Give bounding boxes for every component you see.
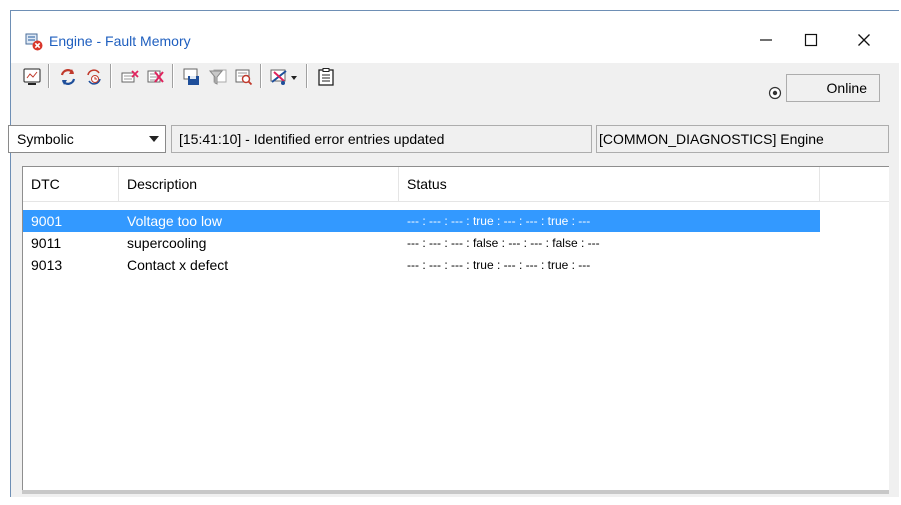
mode-select-value: Symbolic: [17, 131, 74, 147]
status-message: [15:41:10] - Identified error entries up…: [171, 125, 592, 153]
online-status-button[interactable]: Online: [786, 74, 880, 102]
table-row[interactable]: 9013 Contact x defect --- : --- : --- : …: [23, 254, 820, 276]
tools-dropdown-icon[interactable]: [268, 66, 302, 88]
list-bottom-border: [22, 490, 889, 494]
close-button[interactable]: [841, 23, 887, 57]
toolbar-separator: [110, 64, 112, 88]
window-title: Engine - Fault Memory: [49, 33, 191, 49]
ecu-label: [COMMON_DIAGNOSTICS] Engine: [596, 125, 889, 153]
maximize-button[interactable]: [788, 23, 834, 57]
clear-entry-icon[interactable]: [118, 66, 142, 88]
delete-entries-icon[interactable]: [144, 66, 168, 88]
table-row[interactable]: 9001 Voltage too low --- : --- : --- : t…: [23, 210, 820, 232]
toolbar-separator: [306, 64, 308, 88]
column-header-status[interactable]: Status: [399, 167, 820, 201]
cell-description: Contact x defect: [127, 257, 229, 273]
ecu-label-text: [COMMON_DIAGNOSTICS] Engine: [599, 131, 824, 147]
cell-status: --- : --- : --- : true : --- : --- : tru…: [407, 258, 591, 272]
mode-select[interactable]: Symbolic: [8, 125, 166, 153]
cell-description: Voltage too low: [127, 213, 222, 229]
cell-status: --- : --- : --- : false : --- : --- : fa…: [407, 236, 600, 250]
inspect-icon[interactable]: [232, 66, 256, 88]
title-bar[interactable]: Engine - Fault Memory: [11, 11, 900, 63]
toolbar-separator: [48, 64, 50, 88]
fault-list[interactable]: DTC Description Status 9001 Voltage too …: [22, 166, 889, 493]
cell-dtc: 9001: [31, 213, 63, 229]
refresh-auto-icon[interactable]: [82, 66, 106, 88]
clipboard-icon[interactable]: [314, 66, 338, 88]
cell-description: supercooling: [127, 235, 207, 251]
fault-memory-app-icon: [25, 33, 43, 51]
toolbar-separator: [260, 64, 262, 88]
connection-status-icon: [768, 86, 782, 100]
refresh-icon[interactable]: [56, 66, 80, 88]
save-icon[interactable]: [180, 66, 204, 88]
list-header: DTC Description Status: [23, 167, 889, 202]
minimize-button[interactable]: [743, 23, 789, 57]
cell-dtc: 9011: [31, 235, 62, 251]
cell-dtc: 9013: [31, 257, 63, 273]
monitor-icon[interactable]: [20, 66, 44, 88]
toolbar-separator: [172, 64, 174, 88]
table-row[interactable]: 9011 supercooling --- : --- : --- : fals…: [23, 232, 820, 254]
chevron-down-icon: [149, 136, 159, 142]
cell-status: --- : --- : --- : true : --- : --- : tru…: [407, 214, 591, 228]
column-header-description[interactable]: Description: [119, 167, 399, 201]
column-header-dtc[interactable]: DTC: [23, 167, 119, 201]
filter-icon[interactable]: [206, 66, 230, 88]
